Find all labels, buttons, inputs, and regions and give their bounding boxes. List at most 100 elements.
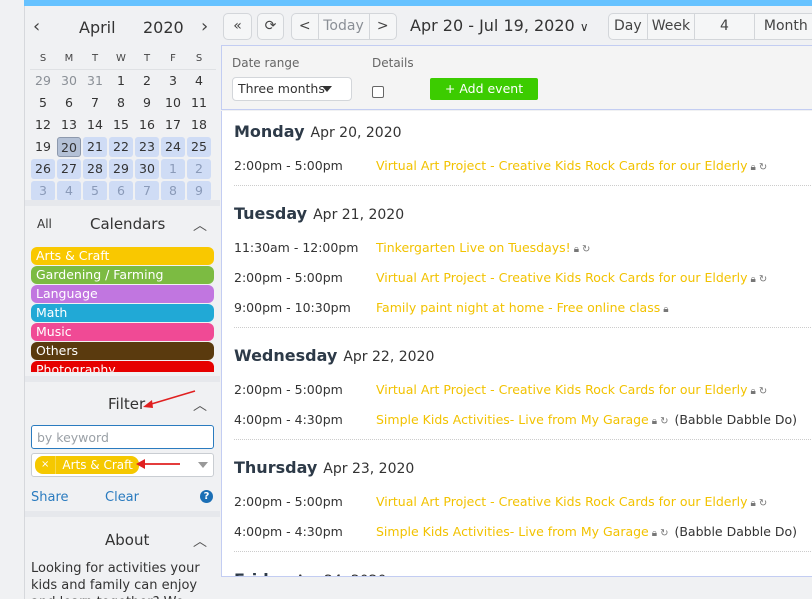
mini-day[interactable]: 8 [109, 93, 133, 113]
mini-month-label[interactable]: April [79, 18, 116, 37]
mini-day[interactable]: 27 [57, 159, 81, 179]
event-title-wrap: Virtual Art Project - Creative Kids Rock… [376, 263, 767, 295]
date-range-title[interactable]: Apr 20 - Jul 19, 2020 ∨ [410, 16, 589, 35]
calendar-item[interactable]: Photography [31, 361, 214, 372]
mini-day[interactable]: 2 [135, 71, 159, 91]
caret-down-icon [322, 86, 332, 92]
mini-day[interactable]: 10 [161, 93, 185, 113]
event-title[interactable]: Family paint night at home - Free online… [376, 300, 660, 315]
event-row[interactable]: 2:00pm - 5:00pm Virtual Art Project - Cre… [234, 375, 812, 405]
mini-day[interactable]: 26 [31, 159, 55, 179]
lock-icon: 🔒︎ [651, 528, 658, 539]
event-row[interactable]: 11:30am - 12:00pm Tinkergarten Live on Tu… [234, 233, 812, 263]
mini-day[interactable]: 23 [135, 137, 159, 157]
event-title[interactable]: Virtual Art Project - Creative Kids Rock… [376, 270, 748, 285]
event-row[interactable]: 2:00pm - 5:00pm Virtual Art Project - Cre… [234, 263, 812, 293]
mini-day[interactable]: 18 [187, 115, 211, 135]
prev-button[interactable]: < [292, 14, 319, 39]
mini-day[interactable]: 11 [187, 93, 211, 113]
mini-week-row: 29 30 31 1 2 3 4 [30, 70, 216, 92]
calendar-item[interactable]: Others [31, 342, 214, 360]
view-week[interactable]: Week [648, 14, 696, 39]
add-event-button[interactable]: + Add event [430, 78, 538, 100]
mini-day[interactable]: 1 [161, 159, 185, 179]
refresh-button[interactable]: ⟳ [257, 13, 284, 40]
chevron-down-icon[interactable] [198, 462, 208, 468]
mini-day[interactable]: 16 [135, 115, 159, 135]
mini-day[interactable]: 3 [161, 71, 185, 91]
mini-day[interactable]: 12 [31, 115, 55, 135]
calendar-item[interactable]: Gardening / Farming [31, 266, 214, 284]
mini-day[interactable]: 5 [83, 181, 107, 201]
help-icon[interactable]: ? [200, 490, 213, 503]
event-title[interactable]: Tinkergarten Live on Tuesdays! [376, 240, 571, 255]
mini-day[interactable]: 2 [187, 159, 211, 179]
mini-year-label[interactable]: 2020 [143, 18, 184, 37]
today-button[interactable]: Today [319, 14, 370, 39]
share-link[interactable]: Share [31, 490, 69, 505]
mini-day[interactable]: 9 [187, 181, 211, 201]
date-range-select[interactable]: Three months [232, 77, 352, 101]
tag-remove-icon[interactable]: × [35, 456, 57, 474]
mini-day[interactable]: 28 [83, 159, 107, 179]
calendars-all-toggle[interactable]: All [37, 217, 52, 231]
mini-day[interactable]: 3 [31, 181, 55, 201]
event-title[interactable]: Virtual Art Project - Creative Kids Rock… [376, 382, 748, 397]
event-title[interactable]: Virtual Art Project - Creative Kids Rock… [376, 494, 748, 509]
event-row[interactable]: 2:00pm - 5:00pm Virtual Art Project - Cre… [234, 151, 812, 181]
event-title[interactable]: Simple Kids Activities- Live from My Gar… [376, 412, 649, 427]
event-row[interactable]: 2:00pm - 5:00pm Virtual Art Project - Cre… [234, 487, 812, 517]
calendar-item[interactable]: Music [31, 323, 214, 341]
about-collapse-icon[interactable]: ︿ [193, 531, 207, 551]
mini-day[interactable]: 9 [135, 93, 159, 113]
details-checkbox[interactable] [372, 86, 384, 98]
day-block: Tuesday Apr 21, 2020 11:30am - 12:00pm Tink… [234, 199, 812, 328]
mini-day[interactable]: 22 [109, 137, 133, 157]
view-4-weeks[interactable]: 4 Weeks [695, 14, 755, 39]
mini-day-selected[interactable]: 20 [57, 137, 81, 157]
next-button[interactable]: > [370, 14, 396, 39]
mini-day[interactable]: 14 [83, 115, 107, 135]
mini-day[interactable]: 6 [109, 181, 133, 201]
keyword-search-input[interactable] [31, 425, 214, 449]
mini-day[interactable]: 13 [57, 115, 81, 135]
mini-day[interactable]: 1 [109, 71, 133, 91]
mini-day[interactable]: 5 [31, 93, 55, 113]
calendar-tag-select[interactable]: × Arts & Craft [31, 453, 214, 477]
view-month[interactable]: Month [755, 14, 812, 39]
mini-day[interactable]: 15 [109, 115, 133, 135]
view-day[interactable]: Day [609, 14, 648, 39]
mini-prev-month-button[interactable]: ‹ [33, 16, 40, 37]
mini-day[interactable]: 30 [135, 159, 159, 179]
mini-day[interactable]: 25 [187, 137, 211, 157]
mini-day[interactable]: 7 [83, 93, 107, 113]
event-row[interactable]: 9:00pm - 10:30pm Family paint night at ho… [234, 293, 812, 323]
mini-day[interactable]: 19 [31, 137, 55, 157]
event-title[interactable]: Simple Kids Activities- Live from My Gar… [376, 524, 649, 539]
mini-day[interactable]: 6 [57, 93, 81, 113]
mini-day[interactable]: 17 [161, 115, 185, 135]
repeat-icon: ↻ [758, 274, 768, 285]
mini-day[interactable]: 4 [57, 181, 81, 201]
event-row[interactable]: 4:00pm - 4:30pm Simple Kids Activities- L… [234, 405, 812, 435]
event-title[interactable]: Virtual Art Project - Creative Kids Rock… [376, 158, 748, 173]
calendars-collapse-icon[interactable]: ︿ [193, 215, 207, 235]
mini-day[interactable]: 7 [135, 181, 159, 201]
mini-day[interactable]: 29 [109, 159, 133, 179]
back-to-start-button[interactable]: « [223, 13, 252, 40]
calendar-item[interactable]: Arts & Craft [31, 247, 214, 265]
mini-day[interactable]: 30 [57, 71, 81, 91]
clear-link[interactable]: Clear [105, 490, 139, 505]
mini-day[interactable]: 21 [83, 137, 107, 157]
mini-day[interactable]: 31 [83, 71, 107, 91]
calendar-item[interactable]: Math [31, 304, 214, 322]
mini-day[interactable]: 24 [161, 137, 185, 157]
mini-day[interactable]: 4 [187, 71, 211, 91]
event-time: 4:00pm - 4:30pm [234, 524, 343, 539]
mini-next-month-button[interactable]: › [201, 16, 208, 37]
mini-day[interactable]: 8 [161, 181, 185, 201]
filter-collapse-icon[interactable]: ︿ [193, 395, 207, 415]
event-row[interactable]: 4:00pm - 4:30pm Simple Kids Activities- L… [234, 517, 812, 547]
mini-day[interactable]: 29 [31, 71, 55, 91]
calendar-item[interactable]: Language [31, 285, 214, 303]
